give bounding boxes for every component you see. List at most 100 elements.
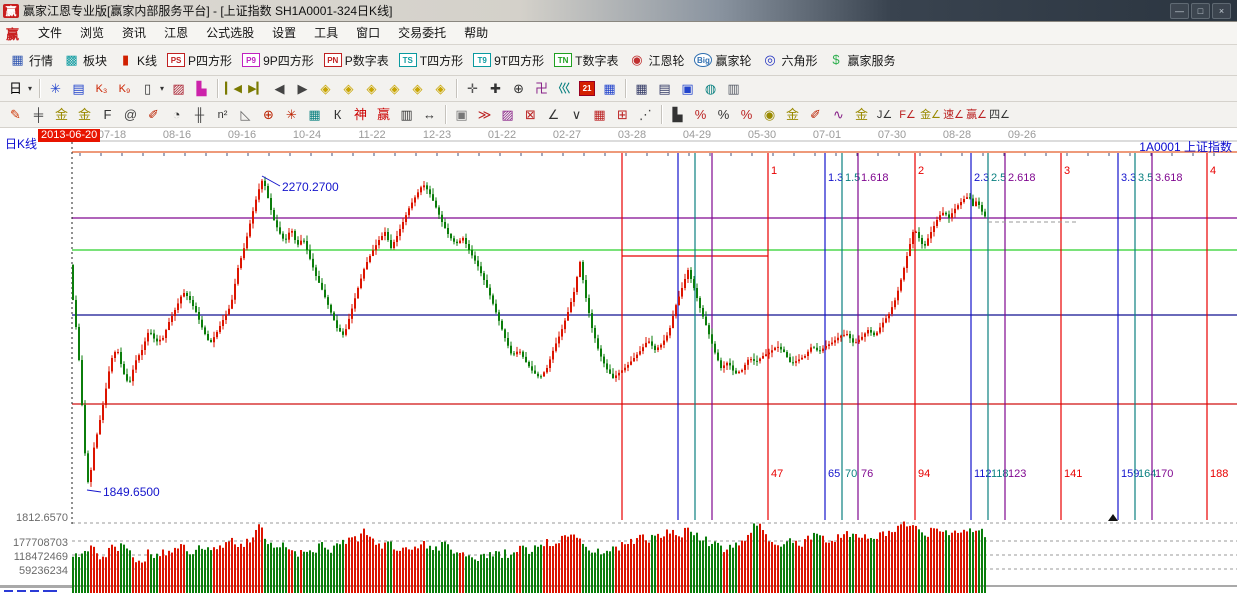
gold-underline-button[interactable]: 金	[850, 104, 873, 126]
9p-square-button[interactable]: P99P四方形	[237, 49, 319, 71]
maximize-button[interactable]: □	[1191, 3, 1210, 19]
p-square-button[interactable]: PSP四方形	[162, 49, 237, 71]
diamond-expand-button[interactable]: ◈	[406, 78, 429, 100]
save-button[interactable]: ▣	[676, 78, 699, 100]
clipped-tab-bar[interactable]	[0, 586, 72, 593]
hand-drag-button[interactable]: ✛	[461, 78, 484, 100]
pen-knife-button[interactable]: ✎	[4, 104, 27, 126]
menu-浏览[interactable]: 浏览	[71, 26, 113, 40]
wave-button[interactable]: ∿	[827, 104, 850, 126]
menu-交易委托[interactable]: 交易委托	[389, 26, 455, 40]
sectors-button[interactable]: ▩板块	[58, 49, 112, 71]
j-angle-button[interactable]: J∠	[873, 104, 896, 126]
menu-工具[interactable]: 工具	[305, 26, 347, 40]
red-grid-button[interactable]: ▦	[588, 104, 611, 126]
spider-web-button[interactable]: ✳	[280, 104, 303, 126]
kline-button[interactable]: ▮K线	[112, 49, 162, 71]
win-tool-button[interactable]: 赢	[372, 104, 395, 126]
kline-9-button[interactable]: K₉	[113, 78, 136, 100]
winner-service-button[interactable]: $赢家服务	[823, 49, 901, 71]
zoom-button[interactable]: ⊕	[507, 78, 530, 100]
kline-3-button[interactable]: K₃	[90, 78, 113, 100]
gold-angle-button[interactable]: 金∠	[919, 104, 942, 126]
period-label[interactable]: 日K线	[5, 135, 37, 152]
last-button[interactable]: ▶▎	[245, 78, 268, 100]
ruler-ticks-2-button[interactable]: ╫	[188, 104, 211, 126]
gold-lines-button[interactable]: 金	[781, 104, 804, 126]
width-measure-button[interactable]: ↔	[418, 104, 441, 126]
ruler-ticks-button[interactable]: ╪	[27, 104, 50, 126]
candle-style-dropdown-button[interactable]: ▯▾	[136, 78, 167, 100]
crosshair-button[interactable]: ✚	[484, 78, 507, 100]
web-stats-button[interactable]: ◍	[699, 78, 722, 100]
data-table-button[interactable]: ▦	[630, 78, 653, 100]
angle-rays-button[interactable]: ∠	[542, 104, 565, 126]
notes-button[interactable]: ▤	[653, 78, 676, 100]
menu-窗口[interactable]: 窗口	[347, 26, 389, 40]
percent-line-button[interactable]: %	[735, 104, 758, 126]
grid-window-button[interactable]: ▣	[450, 104, 473, 126]
prev-button[interactable]: ◀	[268, 78, 291, 100]
network-button[interactable]: ✳	[44, 78, 67, 100]
purple-knot-button[interactable]: 卍	[530, 78, 553, 100]
grid-target-button[interactable]: ▦	[303, 104, 326, 126]
purple-grid-box-button[interactable]: ▨	[496, 104, 519, 126]
percent-table-button[interactable]: %	[689, 104, 712, 126]
ink-brush-button[interactable]: ✐	[804, 104, 827, 126]
diamond-up-button[interactable]: ◈	[360, 78, 383, 100]
t-number-table-button[interactable]: TNT数字表	[549, 49, 623, 71]
winner-angle-button[interactable]: 赢∠	[965, 104, 988, 126]
four-angle-button[interactable]: 四∠	[988, 104, 1011, 126]
close-button[interactable]: ×	[1212, 3, 1231, 19]
gold-circle-button[interactable]: ◉	[758, 104, 781, 126]
gann-wheel-button[interactable]: ◉江恩轮	[623, 49, 689, 71]
stat-bars-button[interactable]: ▙	[666, 104, 689, 126]
gold-seal-1-button[interactable]: 金	[50, 104, 73, 126]
t-square-button[interactable]: TST四方形	[394, 49, 468, 71]
9t-square-button[interactable]: T99T四方形	[468, 49, 549, 71]
f-angle-button[interactable]: F∠	[896, 104, 919, 126]
p-number-table-button[interactable]: PNP数字表	[319, 49, 394, 71]
teal-pattern-button[interactable]: 巛	[553, 78, 576, 100]
color-flag-button[interactable]: ▙	[190, 78, 213, 100]
menu-资讯[interactable]: 资讯	[113, 26, 155, 40]
kline-chart-canvas[interactable]: 1471.3651.5701.618762942.31122.51182.618…	[0, 128, 1237, 593]
winner-wheel-button[interactable]: Big赢家轮	[689, 49, 756, 71]
menu-设置[interactable]: 设置	[263, 26, 305, 40]
pattern-box-button[interactable]: ▨	[167, 78, 190, 100]
n-squared-button[interactable]: n²	[211, 104, 234, 126]
diag-lines-button[interactable]: ⋰	[634, 104, 657, 126]
print-button[interactable]: ▥	[722, 78, 745, 100]
calendar-21-button[interactable]: 21	[576, 78, 598, 100]
clipboard-button[interactable]: ▤	[67, 78, 90, 100]
menu-公式选股[interactable]: 公式选股	[197, 26, 263, 40]
speed-angle-button[interactable]: 速∠	[942, 104, 965, 126]
compass-circle-button[interactable]: ◔	[165, 104, 188, 126]
percent-button[interactable]: %	[712, 104, 735, 126]
hexagon-button[interactable]: ◎六角形	[757, 49, 823, 71]
diamond-right-button[interactable]: ◈	[337, 78, 360, 100]
next-button[interactable]: ▶	[291, 78, 314, 100]
angle-tool-button[interactable]: ◺	[234, 104, 257, 126]
red-brush-button[interactable]: ✐	[142, 104, 165, 126]
diamond-all-button[interactable]: ◈	[429, 78, 452, 100]
menu-江恩[interactable]: 江恩	[155, 26, 197, 40]
k-wave-button[interactable]: К	[326, 104, 349, 126]
symbol-label[interactable]: 1A0001 上证指数	[1139, 138, 1232, 155]
red-grid-arrow-button[interactable]: ⊞	[611, 104, 634, 126]
period-day-dropdown-button[interactable]: 日▾	[4, 78, 35, 100]
spiral-button[interactable]: @	[119, 104, 142, 126]
menu-文件[interactable]: 文件	[29, 26, 71, 40]
menu-帮助[interactable]: 帮助	[455, 26, 497, 40]
quotes-button[interactable]: ▦行情	[4, 49, 58, 71]
circle-cross-button[interactable]: ⊕	[257, 104, 280, 126]
red-rays-button[interactable]: ≫	[473, 104, 496, 126]
calculator-button[interactable]: ▦	[598, 78, 621, 100]
first-button[interactable]: ▎◀	[222, 78, 245, 100]
shen-tool-button[interactable]: 神	[349, 104, 372, 126]
f-ruler-button[interactable]: F	[96, 104, 119, 126]
gold-seal-2-button[interactable]: 金	[73, 104, 96, 126]
diamond-left-button[interactable]: ◈	[314, 78, 337, 100]
minimize-button[interactable]: —	[1170, 3, 1189, 19]
ruler-123-button[interactable]: ▥	[395, 104, 418, 126]
